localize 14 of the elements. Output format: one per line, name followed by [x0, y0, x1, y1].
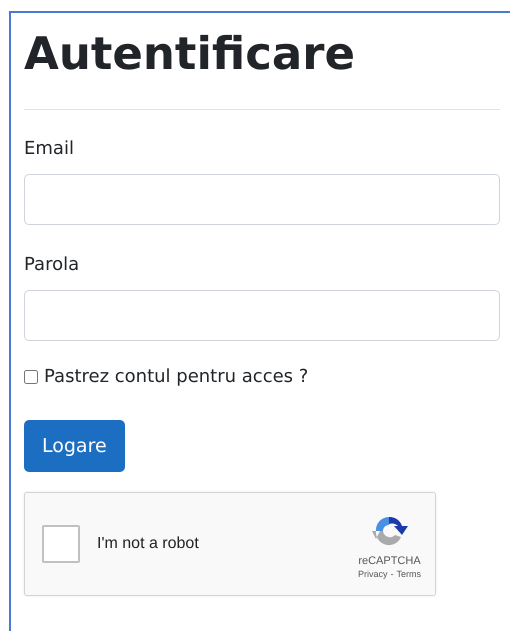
terms-link[interactable]: Terms — [396, 569, 421, 579]
login-button[interactable]: Logare — [24, 420, 125, 472]
page-title: Autentificare — [24, 26, 356, 82]
captcha-label: I'm not a robot — [97, 535, 200, 553]
input-field[interactable] — [24, 174, 500, 225]
privacy-link[interactable]: Privacy — [358, 569, 388, 579]
brand-text: reCAPTCHA — [358, 555, 421, 567]
checkbox[interactable] — [24, 370, 38, 384]
field-label: Email — [24, 137, 74, 161]
field-label: Parola — [24, 253, 80, 277]
input-field[interactable] — [24, 290, 500, 341]
checkbox-label: Pastrez contul pentru acces ? — [44, 366, 308, 387]
captcha-checkbox[interactable] — [42, 525, 80, 563]
link-separator: - — [390, 569, 394, 579]
